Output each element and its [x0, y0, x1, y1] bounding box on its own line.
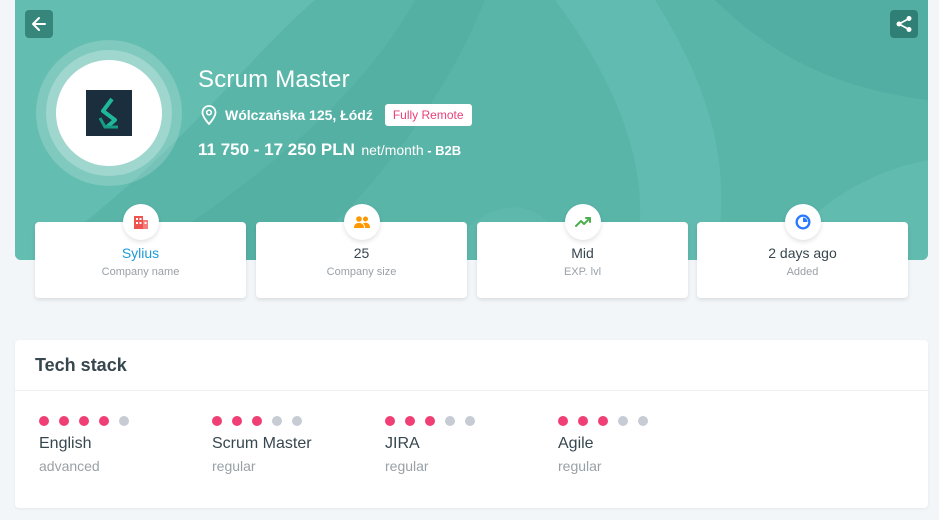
rating-dot-filled	[598, 416, 608, 426]
remote-badge: Fully Remote	[384, 104, 472, 126]
tech-stack-title: Tech stack	[35, 355, 127, 375]
skill-rating-dots	[39, 416, 189, 426]
rating-dot-filled	[39, 416, 49, 426]
rating-dot-empty	[292, 416, 302, 426]
skill-level: regular	[385, 458, 429, 474]
rating-dot-filled	[405, 416, 415, 426]
card-icon-wrap	[564, 204, 601, 240]
company-size-label: Company size	[326, 266, 397, 278]
location-text: Wólczańska 125, Łódź	[225, 107, 373, 123]
arrow-left-icon	[32, 17, 46, 31]
added-date-card: 2 days ago Added	[697, 204, 908, 298]
skill-rating-dots	[385, 416, 535, 426]
salary-row: 11 750 - 17 250 PLN net/month - B2B	[198, 140, 461, 160]
company-size-card: 25 Company size	[256, 204, 467, 298]
salary-separator: -	[423, 143, 436, 158]
share-button[interactable]	[890, 10, 918, 38]
job-title: Scrum Master	[198, 66, 350, 93]
experience-level-label: EXP. lvl	[563, 266, 602, 278]
skill-item: Scrum Master regular	[212, 416, 362, 474]
rating-dot-filled	[578, 416, 588, 426]
rating-dot-filled	[232, 416, 242, 426]
skill-level: regular	[558, 458, 602, 474]
company-name-link[interactable]: Sylius	[35, 245, 246, 261]
building-icon	[133, 216, 148, 229]
experience-level-value: Mid	[571, 245, 594, 261]
sylius-logo-icon	[86, 90, 132, 136]
skill-item: JIRA regular	[385, 416, 535, 474]
rating-dot-filled	[99, 416, 109, 426]
trending-up-icon	[574, 217, 591, 227]
rating-dot-filled	[212, 416, 222, 426]
tech-stack-header: Tech stack	[15, 340, 928, 391]
skill-level: advanced	[39, 458, 100, 474]
skill-name: Scrum Master	[212, 435, 312, 452]
experience-level-card: Mid EXP. lvl	[477, 204, 688, 298]
salary-contract-type: B2B	[435, 143, 462, 158]
location-row: Wólczańska 125, Łódź Fully Remote	[201, 104, 472, 126]
rating-dot-empty	[465, 416, 475, 426]
rating-dot-empty	[638, 416, 648, 426]
skill-name: JIRA	[385, 435, 420, 452]
rating-dot-empty	[445, 416, 455, 426]
rating-dot-empty	[618, 416, 628, 426]
rating-dot-filled	[425, 416, 435, 426]
company-name-card: Sylius Company name	[35, 204, 246, 298]
rating-dot-filled	[558, 416, 568, 426]
company-size-value: 25	[353, 245, 370, 261]
skill-rating-dots	[558, 416, 708, 426]
rating-dot-empty	[272, 416, 282, 426]
card-icon-wrap	[343, 204, 380, 240]
rating-dot-filled	[59, 416, 69, 426]
skill-item: English advanced	[39, 416, 189, 474]
skill-name: English	[39, 435, 92, 452]
salary-unit: net/month	[361, 142, 424, 158]
company-logo-ring	[36, 40, 182, 186]
rating-dot-empty	[119, 416, 129, 426]
company-logo[interactable]	[56, 60, 162, 166]
share-icon	[896, 16, 912, 32]
skill-name: Agile	[558, 435, 594, 452]
map-pin-icon	[201, 105, 217, 125]
skill-rating-dots	[212, 416, 362, 426]
card-icon-wrap	[784, 204, 821, 240]
back-button[interactable]	[25, 10, 53, 38]
added-date-label: Added	[786, 266, 819, 278]
job-info-cards: Sylius Company name 25 Company size Mid …	[35, 204, 908, 298]
people-icon	[353, 216, 370, 228]
rating-dot-filled	[385, 416, 395, 426]
skill-level: regular	[212, 458, 256, 474]
card-icon-wrap	[122, 204, 159, 240]
company-name-label: Company name	[101, 266, 180, 278]
rating-dot-filled	[79, 416, 89, 426]
tech-stack-panel: Tech stack English advanced Scrum Master…	[15, 340, 928, 508]
added-date-value: 2 days ago	[768, 245, 837, 261]
rating-dot-filled	[252, 416, 262, 426]
salary-amount: 11 750 - 17 250 PLN	[198, 140, 355, 159]
clock-icon	[795, 214, 810, 230]
skill-item: Agile regular	[558, 416, 708, 474]
